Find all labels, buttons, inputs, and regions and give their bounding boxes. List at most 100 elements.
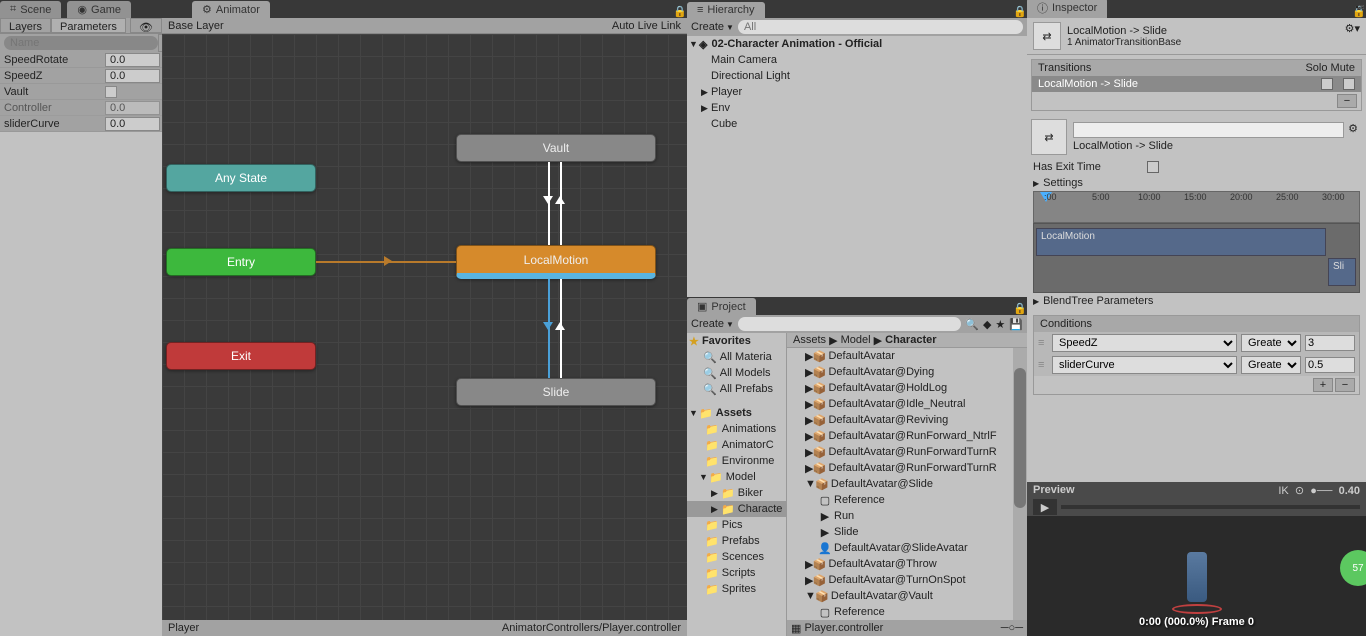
lock-button[interactable]: 🔒 (673, 3, 687, 18)
blendtree-foldout[interactable]: BlendTree Parameters (1027, 293, 1366, 309)
ik-icon[interactable]: IK (1278, 485, 1288, 497)
orientation-gizmo[interactable]: 57 (1340, 550, 1366, 586)
project-search[interactable] (738, 317, 961, 331)
tab-game[interactable]: ◉Game (67, 1, 131, 18)
project-folder-tree[interactable]: ★ Favorites 🔍 All Materia 🔍 All Models 🔍… (687, 333, 787, 636)
project-file-list[interactable]: ▶📦DefaultAvatar▶📦DefaultAvatar@Dying▶📦De… (787, 348, 1027, 620)
hierarchy-create[interactable]: Create▼ (691, 21, 734, 33)
subtab-parameters[interactable]: Parameters (51, 18, 126, 33)
node-vault[interactable]: Vault (456, 134, 656, 162)
file-run[interactable]: ▶Run (787, 508, 1027, 524)
transition-list-item[interactable]: LocalMotion -> Slide (1032, 76, 1361, 92)
param-search[interactable] (4, 36, 158, 50)
hierarchy-env[interactable]: ▶Env (687, 100, 1027, 116)
eye-button[interactable]: 👁 (130, 18, 162, 33)
cond1-param[interactable]: sliderCurve (1052, 356, 1237, 374)
filter-icon[interactable]: 🔍 (965, 318, 979, 331)
param-vault-checkbox[interactable] (105, 86, 117, 98)
field-gear-icon[interactable]: ⚙ (1344, 122, 1362, 138)
condition-row-1[interactable]: ≡ sliderCurve Greater (1034, 354, 1359, 376)
tab-project[interactable]: ▣Project (687, 298, 756, 315)
file-defaultavatar-dying[interactable]: ▶📦DefaultAvatar@Dying (787, 364, 1027, 380)
file-defaultavatar-throw[interactable]: ▶📦DefaultAvatar@Throw (787, 556, 1027, 572)
remove-condition-button[interactable]: − (1335, 378, 1355, 392)
hierarchy-main-camera[interactable]: Main Camera (687, 52, 1027, 68)
transition-clip-area[interactable]: LocalMotion Sli (1033, 223, 1360, 293)
file-defaultavatar-runforwardturnr[interactable]: ▶📦DefaultAvatar@RunForwardTurnR (787, 460, 1027, 476)
scrollbar[interactable] (1013, 348, 1027, 620)
file-slide[interactable]: ▶Slide (787, 524, 1027, 540)
preview-viewport[interactable]: 57 0:00 (000.0%) Frame 0 (1027, 516, 1366, 636)
param-slidercurve[interactable]: sliderCurve (0, 118, 105, 130)
tab-hierarchy[interactable]: ≡Hierarchy (687, 2, 765, 18)
settings-foldout[interactable]: Settings (1027, 175, 1366, 191)
param-speedrotate[interactable]: SpeedRotate (0, 54, 105, 66)
project-create[interactable]: Create▼ (691, 318, 734, 330)
play-button[interactable]: ▶ (1033, 499, 1057, 515)
hierarchy-search[interactable] (738, 20, 1023, 34)
file-defaultavatar-runforwardturnr[interactable]: ▶📦DefaultAvatar@RunForwardTurnR (787, 444, 1027, 460)
param-speedrotate-value[interactable]: 0.0 (105, 53, 160, 67)
transition-timeline[interactable]: :00 5:00 10:00 15:00 20:00 25:00 30:00 (1033, 191, 1360, 223)
animator-graph[interactable]: Any State Entry Exit Vault LocalMotion S… (162, 34, 687, 620)
tab-scene[interactable]: ⌗Scene (0, 1, 61, 18)
speed-slider[interactable]: ●── (1310, 485, 1332, 497)
param-speedz-value[interactable]: 0.0 (105, 69, 160, 83)
has-exit-time-checkbox[interactable] (1147, 161, 1159, 173)
layer-breadcrumb[interactable]: Base Layer (168, 20, 224, 32)
mute-checkbox[interactable] (1343, 78, 1355, 90)
file-defaultavatar-idle-neutral[interactable]: ▶📦DefaultAvatar@Idle_Neutral (787, 396, 1027, 412)
gear-icon[interactable]: ⚙▾ (1345, 22, 1360, 35)
cond0-op[interactable]: Greater (1241, 334, 1301, 352)
filter-type-icon[interactable]: ◆ (983, 318, 991, 331)
2d-icon[interactable]: ⊙ (1295, 485, 1304, 497)
filter-star-icon[interactable]: ★ (995, 318, 1005, 331)
node-anystate[interactable]: Any State (166, 164, 316, 192)
cond1-value[interactable] (1305, 357, 1355, 373)
node-entry[interactable]: Entry (166, 248, 316, 276)
inspector-context[interactable]: ▪≡ (1356, 2, 1364, 12)
tab-animator[interactable]: ⚙Animator (192, 1, 270, 18)
slider-handle[interactable]: ─○─ (1001, 622, 1023, 634)
param-slidercurve-value[interactable]: 0.0 (105, 117, 160, 131)
file-reference[interactable]: ▢Reference (787, 492, 1027, 508)
save-icon[interactable]: 💾 (1009, 318, 1023, 331)
tab-inspector[interactable]: ⓘInspector (1027, 0, 1107, 18)
param-speedz[interactable]: SpeedZ (0, 70, 105, 82)
project-lock[interactable]: 🔒 (1013, 300, 1027, 315)
remove-transition-button[interactable]: − (1337, 94, 1357, 108)
condition-row-0[interactable]: ≡ SpeedZ Greater (1034, 332, 1359, 354)
file-defaultavatar-reviving[interactable]: ▶📦DefaultAvatar@Reviving (787, 412, 1027, 428)
preview-scrubber[interactable] (1061, 505, 1360, 509)
subtab-layers[interactable]: Layers (0, 18, 51, 33)
project-breadcrumb[interactable]: Assets ▶ Model ▶ Character (787, 333, 1027, 348)
node-localmotion[interactable]: LocalMotion (456, 245, 656, 279)
hierarchy-directional-light[interactable]: Directional Light (687, 68, 1027, 84)
solo-checkbox[interactable] (1321, 78, 1333, 90)
grip-icon[interactable]: ≡ (1038, 337, 1048, 349)
param-vault[interactable]: Vault (0, 86, 105, 98)
node-slide[interactable]: Slide (456, 378, 656, 406)
node-exit[interactable]: Exit (166, 342, 316, 370)
clip-slide[interactable]: Sli (1328, 258, 1356, 286)
auto-live-link[interactable]: Auto Live Link (612, 20, 681, 32)
file-defaultavatar-turnonspot[interactable]: ▶📦DefaultAvatar@TurnOnSpot (787, 572, 1027, 588)
file-defaultavatar-slide[interactable]: ▼📦DefaultAvatar@Slide (787, 476, 1027, 492)
hierarchy-lock[interactable]: 🔒 (1013, 3, 1027, 18)
file-defaultavatar-slideavatar[interactable]: 👤DefaultAvatar@SlideAvatar (787, 540, 1027, 556)
hierarchy-player[interactable]: ▶Player (687, 84, 1027, 100)
cond1-op[interactable]: Greater (1241, 356, 1301, 374)
add-condition-button[interactable]: + (1313, 378, 1333, 392)
file-defaultavatar-vault[interactable]: ▼📦DefaultAvatar@Vault (787, 588, 1027, 604)
file-defaultavatar-holdlog[interactable]: ▶📦DefaultAvatar@HoldLog (787, 380, 1027, 396)
hierarchy-cube[interactable]: Cube (687, 116, 1027, 132)
file-defaultavatar[interactable]: ▶📦DefaultAvatar (787, 348, 1027, 364)
scene-root[interactable]: ▼ ◈ 02-Character Animation - Official (687, 36, 1027, 52)
grip-icon[interactable]: ≡ (1038, 359, 1048, 371)
transition-name-input[interactable] (1073, 122, 1344, 138)
file-defaultavatar-runforward-ntrlf[interactable]: ▶📦DefaultAvatar@RunForward_NtrlF (787, 428, 1027, 444)
cond0-param[interactable]: SpeedZ (1052, 334, 1237, 352)
clip-localmotion[interactable]: LocalMotion (1036, 228, 1326, 256)
file-reference[interactable]: ▢Reference (787, 604, 1027, 620)
cond0-value[interactable] (1305, 335, 1355, 351)
